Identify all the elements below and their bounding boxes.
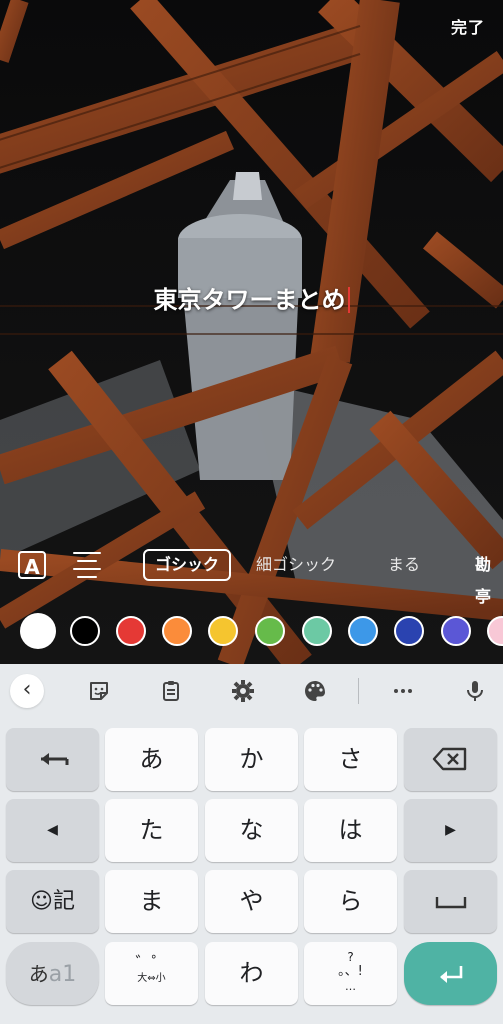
key-ya[interactable]: や <box>205 870 298 933</box>
cursor-right-key[interactable]: ▶ <box>404 799 497 862</box>
color-swatch-black[interactable] <box>70 616 100 646</box>
key-ma[interactable]: ま <box>105 870 198 933</box>
color-swatch-navy[interactable] <box>394 616 424 646</box>
key-ka[interactable]: か <box>205 728 298 791</box>
text-cursor <box>347 287 350 313</box>
space-icon <box>435 897 466 909</box>
font-option-gothic[interactable]: ゴシック <box>143 549 232 581</box>
key-sa[interactable]: さ <box>304 728 397 791</box>
key-a[interactable]: あ <box>105 728 198 791</box>
color-swatch-pink[interactable] <box>487 616 503 646</box>
key-ha[interactable]: は <box>304 799 397 862</box>
mode-label-kana: あ <box>28 962 49 986</box>
palette-icon[interactable] <box>300 676 330 706</box>
font-option-thin-gothic[interactable]: 細ゴシック <box>256 549 336 581</box>
text-tools-bar: A ゴシック 細ゴシック まる 勘亭 <box>0 548 503 606</box>
cursor-left-key[interactable]: ◀ <box>6 799 99 862</box>
color-swatch-indigo[interactable] <box>441 616 471 646</box>
font-option-maru[interactable]: まる <box>388 549 420 581</box>
toolbar-divider <box>358 678 359 704</box>
dakuten-label: ゛゜ <box>135 953 168 972</box>
punct-ellipsis: … <box>345 980 356 993</box>
text-input-caption[interactable]: 東京タワーまとめ <box>0 280 503 315</box>
color-palette <box>0 612 503 650</box>
align-center-icon[interactable] <box>73 552 103 580</box>
key-ta[interactable]: た <box>105 799 198 862</box>
space-key[interactable] <box>404 870 497 933</box>
mic-icon[interactable] <box>460 676 490 706</box>
color-swatch-blue[interactable] <box>348 616 378 646</box>
enter-key[interactable] <box>404 942 497 1005</box>
key-wa[interactable]: わ <box>205 942 298 1005</box>
clipboard-icon[interactable] <box>156 676 186 706</box>
color-swatch-red[interactable] <box>116 616 146 646</box>
emoji-symbol-key[interactable]: ☺記 <box>6 870 99 933</box>
input-mode-key[interactable]: あa1 <box>6 942 99 1005</box>
color-swatch-orange[interactable] <box>162 616 192 646</box>
sticker-icon[interactable] <box>84 676 114 706</box>
color-swatch-mint[interactable] <box>302 616 332 646</box>
cursor-left-arrow-key[interactable] <box>6 728 99 791</box>
dakuten-key[interactable]: ゛゜ 大⇔小 <box>105 942 198 1005</box>
key-na[interactable]: な <box>205 799 298 862</box>
mode-label-alnum: a1 <box>48 962 77 987</box>
punct-marks: 。、! <box>338 964 363 979</box>
color-swatch-white[interactable] <box>20 613 56 649</box>
backspace-icon <box>432 747 466 771</box>
text-style-icon[interactable]: A <box>18 551 46 579</box>
color-swatch-yellow[interactable] <box>208 616 238 646</box>
japanese-keyboard: ‹ あ か さ ◀ た な は ▶ ☺記 ま や ら あa1 ゛゜ 大⇔小 わ … <box>0 664 503 1024</box>
more-icon[interactable] <box>388 676 418 706</box>
caption-text: 東京タワーまとめ <box>153 286 346 314</box>
back-icon[interactable]: ‹ <box>10 674 44 708</box>
size-toggle-label: 大⇔小 <box>137 973 166 984</box>
enter-icon <box>439 966 462 983</box>
settings-icon[interactable] <box>228 676 258 706</box>
punct-question: ? <box>347 950 354 964</box>
color-swatch-green[interactable] <box>255 616 285 646</box>
done-button[interactable]: 完了 <box>451 14 485 38</box>
backspace-key[interactable] <box>404 728 497 791</box>
punctuation-key[interactable]: ? 。、! … <box>304 942 397 1005</box>
key-ra[interactable]: ら <box>304 870 397 933</box>
keyboard-toolbar: ‹ <box>0 664 503 718</box>
font-option-kantei[interactable]: 勘亭 <box>475 549 503 606</box>
